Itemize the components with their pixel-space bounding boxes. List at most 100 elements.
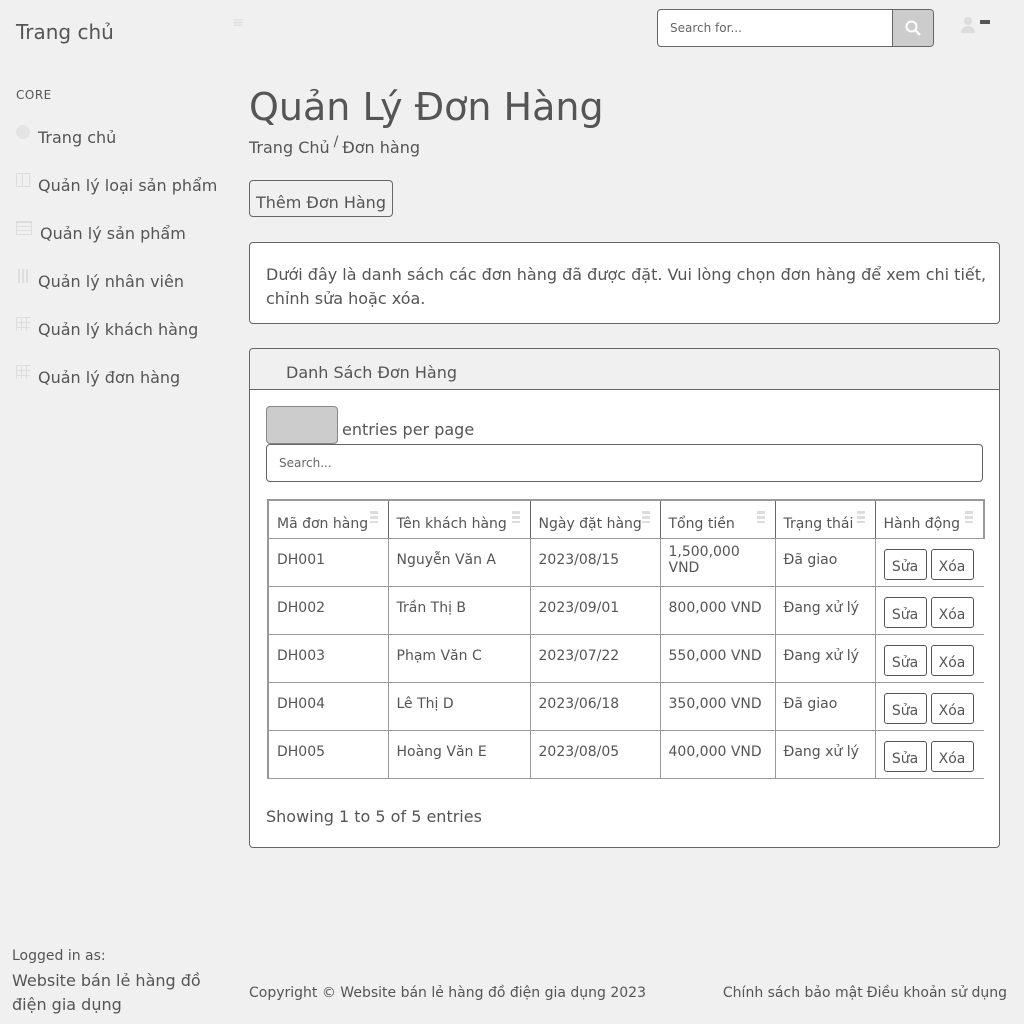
date-cell: 2023/07/22 — [529, 634, 660, 683]
sort-icon — [965, 511, 973, 523]
edit-button[interactable]: Sửa — [883, 548, 927, 580]
date-cell: 2023/08/05 — [529, 730, 660, 779]
entries-per-page-select[interactable] — [266, 406, 338, 444]
column-header[interactable]: Tên khách hàng — [387, 499, 530, 539]
entries-per-page-label: entries per page — [342, 420, 475, 439]
delete-button[interactable]: Xóa — [930, 596, 974, 628]
order-id-cell: DH003 — [267, 634, 388, 683]
status-cell: Đang xử lý — [774, 634, 875, 683]
table-icon — [16, 220, 32, 235]
search-button[interactable] — [892, 10, 933, 46]
date-cell: 2023/09/01 — [529, 586, 660, 635]
sort-icon — [511, 511, 520, 523]
user-menu-button[interactable] — [960, 16, 990, 34]
table-row: DH005 Hoàng Văn E 2023/08/05 400,000 VND… — [267, 730, 984, 779]
column-header[interactable]: Ngày đặt hàng — [529, 499, 660, 539]
user-icon — [960, 16, 976, 34]
status-cell: Đang xử lý — [774, 586, 875, 635]
customer-cell: Lê Thị D — [387, 682, 530, 731]
order-id-cell: DH005 — [267, 730, 388, 779]
sort-icon — [641, 511, 650, 523]
orders-table: Mã đơn hàng Tên khách hàng Ngày đặt hàng… — [267, 499, 985, 779]
brand-link[interactable]: Trang chủ — [16, 20, 114, 44]
total-cell: 400,000 VND — [659, 730, 775, 779]
actions-cell: Sửa Xóa — [874, 730, 984, 779]
sidebar-item-label: Quản lý loại sản phẩm — [38, 176, 218, 195]
privacy-policy-link[interactable]: Chính sách bảo mật — [723, 985, 863, 1001]
description-text: Dưới đây là danh sách các đơn hàng đã đư… — [266, 265, 987, 308]
status-cell: Đang xử lý — [774, 730, 875, 779]
sidebar-item-orders[interactable]: Quản lý đơn hàng — [16, 364, 181, 387]
date-cell: 2023/06/18 — [529, 682, 660, 731]
breadcrumb-current: Đơn hàng — [342, 138, 421, 157]
edit-button[interactable]: Sửa — [883, 596, 927, 628]
total-cell: 350,000 VND — [659, 682, 775, 731]
copyright-text: Copyright © Website bán lẻ hàng đồ điện … — [249, 985, 646, 1001]
page-title: Quản Lý Đơn Hàng — [249, 85, 604, 129]
sidebar-item-label: Quản lý nhân viên — [38, 272, 184, 291]
top-search-bar: Search for... — [657, 9, 934, 47]
actions-cell: Sửa Xóa — [874, 634, 984, 683]
total-cell: 800,000 VND — [659, 586, 775, 635]
sidebar-item-products[interactable]: Quản lý sản phẩm — [16, 220, 186, 243]
sidebar-toggle-icon[interactable]: ≡ — [232, 16, 246, 30]
table-row: DH003 Phạm Văn C 2023/07/22 550,000 VND … — [267, 634, 984, 683]
column-header[interactable]: Mã đơn hàng — [267, 499, 388, 539]
customer-cell: Nguyễn Văn A — [387, 538, 530, 587]
status-cell: Đã giao — [774, 538, 875, 587]
sidebar-item-label: Trang chủ — [38, 128, 117, 147]
grid-icon — [16, 364, 30, 379]
table-row: DH002 Trần Thị B 2023/09/01 800,000 VND … — [267, 586, 984, 635]
order-id-cell: DH002 — [267, 586, 388, 635]
order-id-cell: DH001 — [267, 538, 388, 587]
search-icon — [905, 20, 921, 36]
edit-button[interactable]: Sửa — [883, 692, 927, 724]
delete-button[interactable]: Xóa — [930, 692, 974, 724]
sidebar-item-label: Quản lý đơn hàng — [38, 368, 181, 387]
edit-button[interactable]: Sửa — [883, 740, 927, 772]
actions-cell: Sửa Xóa — [874, 538, 984, 587]
caret-down-icon — [980, 20, 990, 24]
sidebar-item-customers[interactable]: Quản lý khách hàng — [16, 316, 199, 339]
sort-icon — [856, 511, 865, 523]
customer-cell: Phạm Văn C — [387, 634, 530, 683]
column-header[interactable]: Tổng tiền — [659, 499, 775, 539]
top-search-input[interactable]: Search for... — [658, 10, 892, 46]
chart-icon — [16, 268, 30, 283]
table-row: DH004 Lê Thị D 2023/06/18 350,000 VND Đã… — [267, 682, 984, 731]
breadcrumb-separator: / — [333, 134, 339, 150]
sidebar-item-categories[interactable]: Quản lý loại sản phẩm — [16, 172, 218, 195]
add-order-button[interactable]: Thêm Đơn Hàng — [249, 180, 393, 217]
breadcrumb: Trang Chủ / Đơn hàng — [249, 134, 421, 157]
column-header[interactable]: Hành động — [874, 499, 985, 539]
sidebar-item-label: Quản lý khách hàng — [38, 320, 199, 339]
date-cell: 2023/08/15 — [529, 538, 660, 587]
columns-icon — [16, 172, 30, 187]
total-cell: 550,000 VND — [659, 634, 775, 683]
status-cell: Đã giao — [774, 682, 875, 731]
terms-of-use-link[interactable]: Điều khoản sử dụng — [867, 985, 1007, 1001]
delete-button[interactable]: Xóa — [930, 644, 974, 676]
table-search-input[interactable]: Search... — [266, 444, 983, 482]
pagination-info: Showing 1 to 5 of 5 entries — [266, 807, 482, 826]
customer-cell: Hoàng Văn E — [387, 730, 530, 779]
delete-button[interactable]: Xóa — [930, 740, 974, 772]
customer-cell: Trần Thị B — [387, 586, 530, 635]
grid-icon — [16, 316, 30, 331]
table-row: DH001 Nguyễn Văn A 2023/08/15 1,500,000 … — [267, 538, 984, 587]
orders-card: Danh Sách Đơn Hàng entries per page Sear… — [249, 348, 1000, 848]
order-id-cell: DH004 — [267, 682, 388, 731]
actions-cell: Sửa Xóa — [874, 682, 984, 731]
delete-button[interactable]: Xóa — [930, 548, 974, 580]
sidebar-item-employees[interactable]: Quản lý nhân viên — [16, 268, 184, 291]
actions-cell: Sửa Xóa — [874, 586, 984, 635]
breadcrumb-home[interactable]: Trang Chủ — [249, 138, 330, 157]
edit-button[interactable]: Sửa — [883, 644, 927, 676]
logged-in-name: Website bán lẻ hàng đồ điện gia dụng — [12, 971, 201, 1014]
total-cell: 1,500,000 VND — [659, 538, 775, 587]
column-header[interactable]: Trạng thái — [774, 499, 875, 539]
sort-icon — [369, 511, 378, 523]
sidebar-heading: CORE — [16, 88, 52, 102]
sidebar-item-dashboard[interactable]: Trang chủ — [16, 124, 117, 147]
card-title: Danh Sách Đơn Hàng — [250, 349, 999, 390]
